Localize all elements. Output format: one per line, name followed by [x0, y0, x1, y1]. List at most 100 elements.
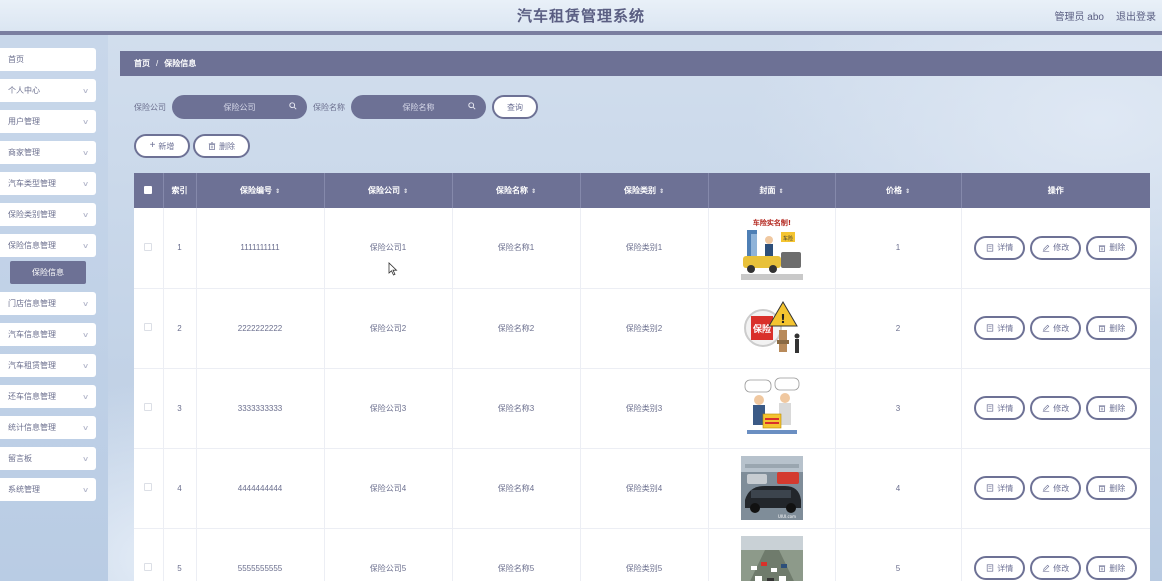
delete-button[interactable]: 删除 [1086, 476, 1138, 500]
detail-button[interactable]: 详情 [974, 396, 1026, 420]
detail-button[interactable]: 详情 [974, 476, 1026, 500]
row-checkbox-cell[interactable] [134, 528, 164, 581]
document-icon [987, 324, 994, 332]
sidebar-item-system-management[interactable]: 系统管理 ∨ [0, 478, 96, 501]
sidebar-item-statistics-management[interactable]: 统计信息管理 ∨ [0, 416, 96, 439]
breadcrumb-home[interactable]: 首页 [134, 58, 150, 69]
add-button[interactable]: + 新增 [134, 134, 190, 158]
sort-icon[interactable]: ⇕ [778, 189, 783, 195]
cover-image[interactable]: UIUI.com [740, 456, 803, 520]
row-checkbox-cell[interactable] [134, 368, 164, 449]
sidebar-item-return-info-management[interactable]: 还车信息管理 ∨ [0, 385, 96, 408]
cell-category: 保险类别4 [580, 448, 709, 529]
sidebar: 首页 个人中心 ∨ 用户管理 ∨ 商家管理 ∨ 汽车类型管理 ∨ 保险类别管理 … [0, 35, 108, 581]
column-header-category[interactable]: 保险类别 ⇕ [580, 173, 709, 208]
name-search-field[interactable] [351, 95, 486, 119]
sidebar-item-insurance-category-management[interactable]: 保险类别管理 ∨ [0, 203, 96, 226]
cell-code: 3333333333 [196, 368, 325, 449]
row-checkbox-cell[interactable] [134, 208, 164, 289]
company-label: 保险公司 [134, 102, 166, 112]
current-user: 管理员 abo [1054, 12, 1104, 23]
cover-image[interactable] [740, 536, 803, 581]
column-header-code[interactable]: 保险编号 ⇕ [196, 173, 325, 208]
sidebar-item-label: 还车信息管理 [8, 392, 56, 401]
query-button[interactable]: 查询 [492, 95, 538, 119]
select-all-checkbox[interactable] [144, 185, 153, 194]
sidebar-item-label: 用户管理 [8, 117, 40, 126]
company-search-input[interactable] [189, 97, 290, 117]
delete-button[interactable]: 删除 [1086, 556, 1138, 580]
detail-button[interactable]: 详情 [974, 556, 1026, 580]
pencil-icon [1043, 404, 1050, 412]
app-header: 汽车租赁管理系统 管理员 abo 退出登录 [0, 0, 1162, 31]
row-checkbox-cell[interactable] [134, 448, 164, 529]
row-checkbox[interactable] [144, 563, 153, 571]
edit-button[interactable]: 修改 [1030, 556, 1082, 580]
table-row: 4 4444444444 保险公司4 保险名称4 保险类别4 UIUI.com … [134, 448, 1150, 529]
sort-icon[interactable]: ⇕ [403, 189, 408, 195]
cell-company: 保险公司1 [324, 208, 453, 289]
sidebar-item-insurance-info-management[interactable]: 保险信息管理 ∨ [0, 234, 96, 257]
cover-image[interactable] [740, 376, 803, 440]
edit-button[interactable]: 修改 [1030, 235, 1082, 260]
batch-delete-button[interactable]: 删除 [193, 134, 250, 158]
trash-icon [208, 142, 216, 150]
delete-button[interactable]: 删除 [1086, 316, 1138, 340]
row-checkbox[interactable] [144, 483, 153, 491]
search-icon [468, 102, 476, 110]
document-icon [987, 244, 994, 252]
logout-link[interactable]: 退出登录 [1116, 8, 1156, 23]
cell-name: 保险名称5 [452, 528, 581, 581]
chevron-down-icon: ∨ [81, 331, 90, 339]
detail-button[interactable]: 详情 [974, 235, 1026, 260]
sidebar-item-car-type-management[interactable]: 汽车类型管理 ∨ [0, 172, 96, 195]
name-search-input[interactable] [368, 97, 469, 117]
trash-icon [1099, 565, 1106, 572]
sidebar-subitem-insurance-info[interactable]: 保险信息 [10, 261, 86, 284]
chevron-down-icon: ∨ [81, 180, 90, 188]
company-search-field[interactable] [172, 95, 307, 119]
edit-button[interactable]: 修改 [1030, 316, 1082, 340]
edit-button[interactable]: 修改 [1030, 476, 1082, 500]
cell-name: 保险名称2 [452, 288, 581, 369]
sort-icon[interactable]: ⇕ [531, 189, 536, 195]
sidebar-item-car-info-management[interactable]: 汽车信息管理 ∨ [0, 323, 96, 346]
sort-icon[interactable]: ⇕ [275, 189, 280, 195]
row-checkbox-cell[interactable] [134, 288, 164, 369]
column-header-company[interactable]: 保险公司 ⇕ [324, 173, 453, 208]
column-header-cover[interactable]: 封面 ⇕ [708, 173, 836, 208]
detail-button[interactable]: 详情 [974, 316, 1026, 340]
cell-name: 保险名称4 [452, 448, 581, 529]
cover-image[interactable]: 车险实名制! 车险 [740, 215, 803, 280]
select-all-cell[interactable] [134, 173, 164, 208]
trash-icon [1099, 245, 1106, 252]
cell-ops: 详情 修改 删除 [961, 448, 1150, 529]
name-label: 保险名称 [313, 102, 345, 112]
cover-image[interactable]: 保险 ! [740, 296, 803, 360]
sidebar-item-merchant-management[interactable]: 商家管理 ∨ [0, 141, 96, 164]
sort-icon[interactable]: ⇕ [905, 189, 910, 195]
svg-text:车险实名制!: 车险实名制! [752, 218, 790, 227]
sidebar-item-home[interactable]: 首页 [0, 48, 96, 71]
cell-ops: 详情 修改 删除 [961, 528, 1150, 581]
column-header-name[interactable]: 保险名称 ⇕ [452, 173, 581, 208]
sidebar-item-personal-center[interactable]: 个人中心 ∨ [0, 79, 96, 102]
sidebar-item-store-info-management[interactable]: 门店信息管理 ∨ [0, 292, 96, 315]
pencil-icon [1043, 484, 1050, 492]
sidebar-item-user-management[interactable]: 用户管理 ∨ [0, 110, 96, 133]
svg-text:!: ! [780, 312, 785, 326]
sidebar-item-message-board[interactable]: 留言板 ∨ [0, 447, 96, 470]
row-checkbox[interactable] [144, 403, 153, 411]
cell-company: 保险公司5 [324, 528, 453, 581]
cell-name: 保险名称3 [452, 368, 581, 449]
edit-button[interactable]: 修改 [1030, 396, 1082, 420]
row-checkbox[interactable] [144, 242, 153, 251]
sidebar-item-label: 系统管理 [8, 485, 40, 494]
delete-button[interactable]: 删除 [1086, 396, 1138, 420]
main-content: 首页 / 保险信息 保险公司 保险名称 查询 + 新增 [120, 51, 1162, 581]
delete-button[interactable]: 删除 [1086, 235, 1138, 260]
sort-icon[interactable]: ⇕ [659, 189, 664, 195]
row-checkbox[interactable] [144, 323, 153, 331]
sidebar-item-car-rental-management[interactable]: 汽车租赁管理 ∨ [0, 354, 96, 377]
column-header-price[interactable]: 价格 ⇕ [835, 173, 962, 208]
